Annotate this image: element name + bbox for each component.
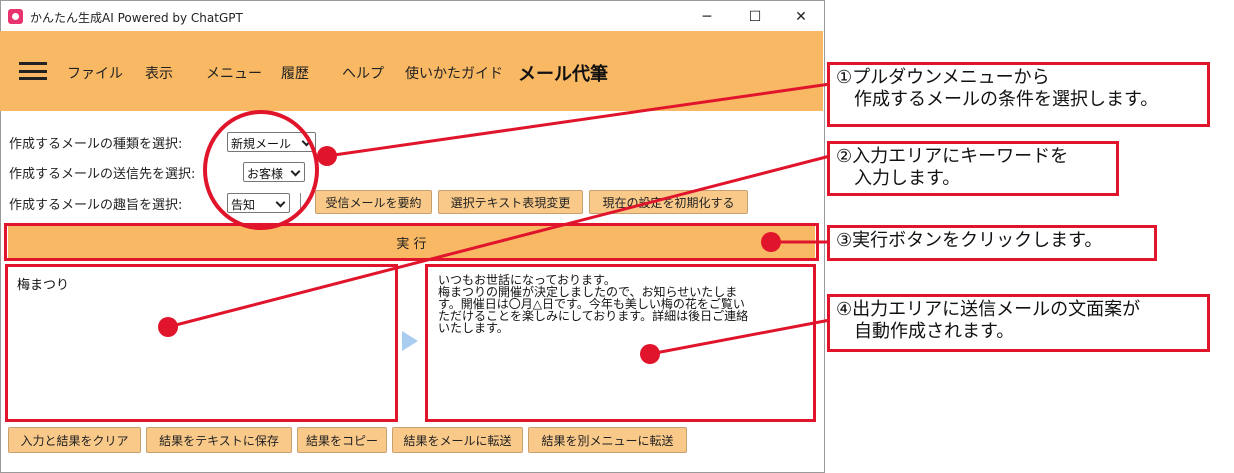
callout-4: ④出力エリアに送信メールの文面案が 自動作成されます。: [827, 294, 1210, 352]
callout-2: ②入力エリアにキーワードを 入力します。: [827, 141, 1119, 196]
marker-dot: [640, 344, 660, 364]
input-highlight: [5, 264, 398, 422]
marker-dot: [158, 317, 178, 337]
callout-1-line: [326, 82, 831, 158]
run-button-highlight: [4, 223, 819, 261]
callout-1: ①プルダウンメニューから 作成するメールの条件を選択します。: [827, 62, 1210, 127]
output-highlight: [425, 264, 816, 422]
marker-dot: [761, 232, 781, 252]
select-highlight-circle: [203, 110, 319, 230]
marker-dot: [317, 146, 337, 166]
callout-3: ③実行ボタンをクリックします。: [827, 225, 1157, 261]
